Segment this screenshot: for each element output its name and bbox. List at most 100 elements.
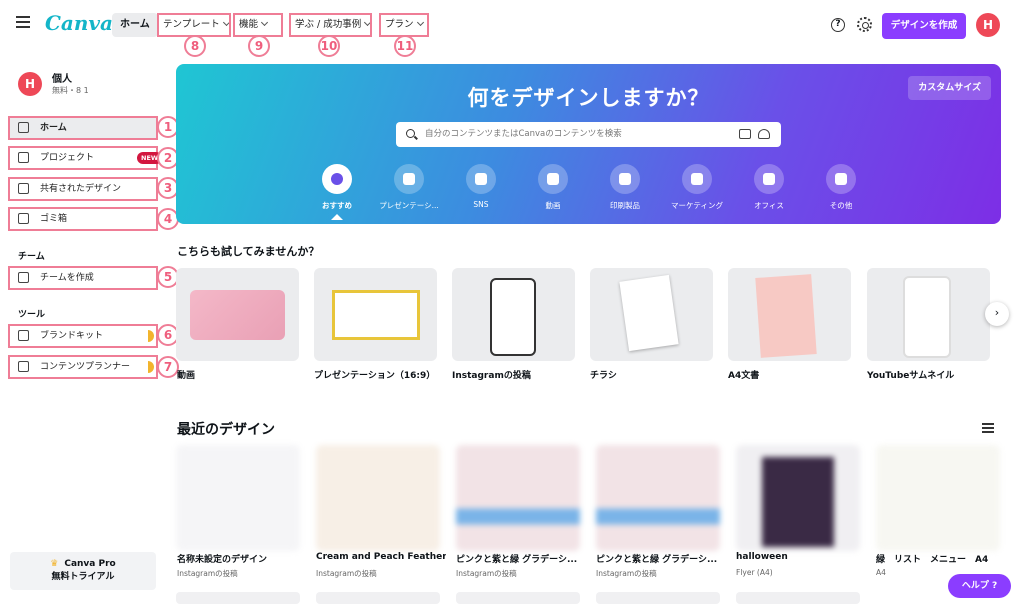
calendar-icon xyxy=(18,361,29,372)
placeholder-row xyxy=(316,592,440,604)
category-video[interactable]: 動画 xyxy=(518,164,588,211)
template-thumbnail xyxy=(619,274,679,352)
more-icon xyxy=(826,164,856,194)
placeholder-row xyxy=(176,592,300,604)
annotation-9: 9 xyxy=(248,35,270,57)
search-bar[interactable]: 自分のコンテンツまたはCanvaのコンテンツを検索 xyxy=(396,122,781,147)
brand-kit-icon xyxy=(18,330,29,341)
home-icon xyxy=(18,122,29,133)
recent-design-thumb[interactable] xyxy=(456,445,580,551)
team-icon xyxy=(18,272,29,283)
nav-learn[interactable]: 学ぶ / 成功事例 xyxy=(289,13,372,37)
search-icon xyxy=(406,129,415,138)
help-icon[interactable]: ? xyxy=(831,18,845,32)
recent-design-name: ピンクと紫と緑 グラデーシ... xyxy=(596,555,718,565)
folder-icon xyxy=(18,152,29,163)
category-office[interactable]: オフィス xyxy=(734,164,804,211)
sidebar-item-brand-kit[interactable]: ブランドキット xyxy=(8,324,158,348)
template-card-video[interactable] xyxy=(176,268,299,361)
chevron-down-icon xyxy=(260,18,269,27)
menu-icon[interactable] xyxy=(16,16,30,28)
recent-design-thumb[interactable] xyxy=(316,445,440,551)
template-thumbnail xyxy=(755,274,817,358)
account-avatar[interactable]: H xyxy=(976,13,1000,37)
category-label: プレゼンテーシ... xyxy=(379,201,439,210)
category-label: SNS xyxy=(473,200,489,209)
card-label: A4文書 xyxy=(728,371,760,381)
category-label: 印刷製品 xyxy=(610,201,640,210)
recent-design-thumb[interactable] xyxy=(736,445,860,551)
camera-icon[interactable] xyxy=(739,129,751,139)
annotation-10: 10 xyxy=(318,35,340,57)
template-thumbnail xyxy=(903,276,951,358)
sidebar-item-shared[interactable]: 共有されたデザイン xyxy=(8,177,158,201)
sidebar-item-projects[interactable]: プロジェクト NEW xyxy=(8,146,163,170)
sidebar-item-label: プロジェクト xyxy=(40,153,95,163)
recent-design-type: Instagramの投稿 xyxy=(177,569,238,578)
category-label: 動画 xyxy=(545,201,561,210)
recent-design-type: Instagramの投稿 xyxy=(316,569,377,578)
briefcase-icon xyxy=(754,164,784,194)
canva-logo[interactable]: Canva xyxy=(45,11,113,35)
recent-design-name: Cream and Peach Feather ... xyxy=(316,552,446,562)
chevron-down-icon xyxy=(416,18,424,27)
sidebar-item-label: ブランドキット xyxy=(40,331,104,341)
category-marketing[interactable]: マーケティング xyxy=(662,164,732,211)
recent-design-thumb[interactable] xyxy=(176,445,300,551)
nav-home[interactable]: ホーム xyxy=(112,13,158,37)
user-plan: 無料・8 1 xyxy=(52,86,89,95)
category-recommended[interactable]: おすすめ xyxy=(302,164,372,211)
sidebar-item-create-team[interactable]: チームを作成 xyxy=(8,266,158,290)
template-card-a4[interactable] xyxy=(728,268,851,361)
annotation-7: 7 xyxy=(157,356,179,378)
search-input[interactable]: 自分のコンテンツまたはCanvaのコンテンツを検索 xyxy=(425,122,622,147)
sidebar-item-home[interactable]: ホーム xyxy=(8,116,158,140)
nav-templates-label: テンプレート xyxy=(163,19,220,30)
team-heading: チーム xyxy=(18,252,45,262)
sidebar-avatar[interactable]: H xyxy=(18,72,42,96)
nav-features[interactable]: 機能 xyxy=(233,13,283,37)
megaphone-icon xyxy=(682,164,712,194)
canva-pro-trial[interactable]: ♛ Canva Pro 無料トライアル xyxy=(10,552,156,590)
sidebar-item-label: チームを作成 xyxy=(40,273,94,283)
gear-icon[interactable] xyxy=(857,17,872,32)
category-more[interactable]: その他 xyxy=(806,164,876,211)
template-card-youtube[interactable] xyxy=(867,268,990,361)
recent-section-title: 最近のデザイン xyxy=(177,422,275,438)
template-thumbnail xyxy=(490,278,536,356)
nav-templates[interactable]: テンプレート xyxy=(157,13,231,37)
list-view-icon[interactable] xyxy=(982,423,994,433)
category-presentation[interactable]: プレゼンテーシ... xyxy=(374,164,444,211)
template-card-presentation[interactable] xyxy=(314,268,437,361)
recent-design-type: Flyer (A4) xyxy=(736,568,773,577)
sidebar-item-trash[interactable]: ゴミ箱 xyxy=(8,207,158,231)
trash-icon xyxy=(18,213,29,224)
create-design-button[interactable]: デザインを作成 xyxy=(882,13,966,39)
help-button[interactable]: ヘルプ ? xyxy=(948,574,1011,598)
template-card-instagram[interactable] xyxy=(452,268,575,361)
annotation-8: 8 xyxy=(184,35,206,57)
nav-plans[interactable]: プラン xyxy=(379,13,429,37)
sidebar: H 個人 無料・8 1 ホーム 1 プロジェクト NEW 2 共有されたデザイン … xyxy=(0,50,179,604)
template-card-flyer[interactable] xyxy=(590,268,713,361)
nav-features-label: 機能 xyxy=(239,19,259,30)
recent-design-name: 名称未設定のデザイン xyxy=(177,555,268,565)
category-print[interactable]: 印刷製品 xyxy=(590,164,660,211)
recent-design-thumb[interactable] xyxy=(876,445,1000,551)
recent-design-type: Instagramの投稿 xyxy=(456,569,517,578)
category-label: その他 xyxy=(829,201,853,210)
category-sns[interactable]: SNS xyxy=(446,164,516,209)
carousel-next-button[interactable]: › xyxy=(985,302,1009,326)
nav-plans-label: プラン xyxy=(385,19,414,30)
placeholder-row xyxy=(456,592,580,604)
selected-indicator xyxy=(331,214,343,220)
user-name[interactable]: 個人 xyxy=(52,70,72,85)
recent-design-thumb[interactable] xyxy=(596,445,720,551)
sidebar-item-content-planner[interactable]: コンテンツプランナー xyxy=(8,355,158,379)
placeholder-row xyxy=(596,592,720,604)
presentation-icon xyxy=(394,164,424,194)
category-label: マーケティング xyxy=(671,201,723,210)
custom-size-button[interactable]: カスタムサイズ xyxy=(908,76,991,100)
upload-icon[interactable] xyxy=(758,129,770,139)
crown-icon: ♛ xyxy=(50,559,59,569)
